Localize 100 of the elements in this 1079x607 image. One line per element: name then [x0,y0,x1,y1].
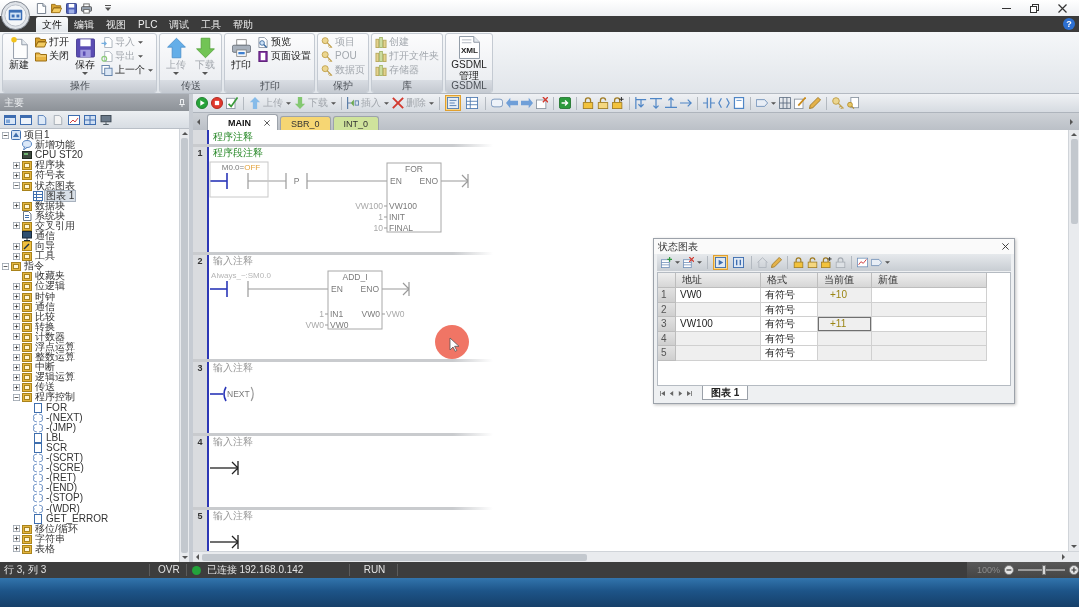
expand-icon[interactable] [13,525,20,533]
menu-tab[interactable]: 编辑 [68,17,100,32]
ribbon-button[interactable]: 保存 [72,35,98,75]
caret-icon[interactable] [771,101,776,105]
table-cell[interactable]: VW100 [676,317,761,332]
caret-icon[interactable] [286,101,291,105]
menu-tab[interactable]: 视图 [100,17,132,32]
plus-icon[interactable] [1069,565,1079,575]
lock-plus-icon[interactable] [821,257,832,268]
expand-icon[interactable] [13,293,20,301]
tree-item[interactable]: 计数器 [34,331,66,342]
help-button[interactable]: ? [1063,18,1075,30]
tree-item[interactable]: 字符串 [34,533,66,544]
tree-item[interactable]: 表格 [34,543,56,554]
caret-down-icon[interactable] [181,556,188,559]
tree-item[interactable]: 交叉引用 [34,220,76,231]
expand-icon[interactable] [13,343,20,351]
expand-icon[interactable] [13,222,20,230]
expand-icon[interactable] [13,282,20,290]
scrollbar[interactable] [1068,130,1079,551]
caret-up-icon[interactable] [181,132,188,135]
document-icon[interactable] [36,114,48,125]
expand-icon[interactable] [13,303,20,311]
caret-icon[interactable] [697,261,702,264]
table-cell[interactable]: 有符号 [761,317,818,332]
expand-icon[interactable] [13,383,20,391]
expand-icon[interactable] [13,545,20,553]
tree-item[interactable]: 程序块 [34,160,66,171]
table-cross-icon[interactable] [683,257,694,268]
tree-item[interactable]: CPU ST20 [34,150,84,161]
tree-item[interactable]: -(RET) [45,473,77,484]
sheet-tab[interactable]: 图表 1 [702,386,749,400]
scrollbar-thumb[interactable] [1070,139,1078,224]
expand-icon[interactable] [13,171,20,179]
lock-icon[interactable] [582,97,594,109]
box-icon[interactable] [733,97,745,109]
next-icon[interactable] [678,391,683,396]
tree-item[interactable]: 时钟 [34,291,56,302]
close-icon[interactable] [264,119,270,126]
tree-item[interactable]: -(STOP) [45,493,85,504]
tree-item[interactable]: 数据块 [34,200,66,211]
pencil-icon[interactable] [809,97,821,109]
tree-item[interactable]: 浮点运算 [34,342,76,352]
tree-item[interactable]: LBL [45,432,65,443]
table-icon[interactable] [464,95,480,111]
minus-icon[interactable] [1004,565,1014,575]
play-icon[interactable] [196,97,208,109]
table-cell[interactable] [818,346,872,361]
tree-item[interactable]: 中断 [34,362,56,373]
symbol-table-icon[interactable] [445,95,461,111]
ribbon-button[interactable]: 页面设置 [257,49,311,63]
tree-item[interactable]: 收藏夹 [34,271,66,282]
expand-icon[interactable] [13,353,20,361]
expand-icon[interactable] [13,363,20,371]
arrow-box-icon[interactable] [559,97,571,109]
function-box[interactable]: ADD_I EN ENO IN1 VW0 VW0 [324,270,386,330]
table-cell[interactable]: VW0 [676,288,761,303]
menu-tab[interactable]: 调试 [163,17,196,32]
caret-icon[interactable] [885,261,890,264]
tree-item[interactable]: 程序控制 [34,392,76,403]
grid-icon[interactable] [779,97,791,109]
tree-item[interactable]: 系统块 [34,210,66,221]
branch-icon[interactable] [635,97,647,109]
editor-tab[interactable]: MAIN [207,114,278,130]
tree-item[interactable]: 通信 [34,301,56,312]
table-cell[interactable]: 有符号 [761,288,818,303]
caret-icon[interactable] [675,261,680,264]
ribbon-button[interactable]: 上一个 [101,63,153,77]
table-plus-icon[interactable] [661,257,672,268]
lock-plus-icon[interactable] [612,97,624,109]
table-cell[interactable]: 有符号 [761,346,818,361]
expand-icon[interactable] [13,535,20,543]
function-box[interactable]: FOR EN ENO VW100 INIT FINAL [383,162,442,233]
editor-tab[interactable]: INT_0 [332,116,380,130]
ribbon-button[interactable]: 新建 [6,35,32,70]
down-line-icon[interactable] [650,97,662,109]
expand-icon[interactable] [13,252,20,260]
close-icon[interactable] [1058,3,1067,13]
monitor-icon[interactable] [100,114,112,125]
ribbon-button[interactable]: 打印 [228,35,254,70]
restore-icon[interactable] [1030,3,1039,13]
editor-tab[interactable]: SBR_0 [280,116,331,130]
tree-item[interactable]: -(END) [45,483,79,494]
ribbon-button[interactable]: 预览 [257,35,311,49]
caret-icon[interactable] [331,101,336,105]
tree-item[interactable]: 图表 1 [45,190,76,201]
menu-tab[interactable]: 文件 [36,17,68,32]
collapse-icon[interactable] [13,182,20,189]
tree-item[interactable]: 整数运算 [34,352,76,363]
tree-item[interactable]: 指令 [23,261,45,272]
right-line-icon[interactable] [680,97,692,109]
scrollbar[interactable] [179,129,189,562]
caret-icon[interactable] [384,101,389,105]
tree-item[interactable]: 工具 [34,251,56,262]
collapse-icon[interactable] [2,131,9,139]
tree-item[interactable]: 移位/循环 [34,523,79,534]
lock-icon[interactable] [793,257,804,268]
window-icon[interactable] [84,114,96,125]
tree-item[interactable]: 向导 [34,241,56,252]
first-page-icon[interactable] [660,391,665,396]
